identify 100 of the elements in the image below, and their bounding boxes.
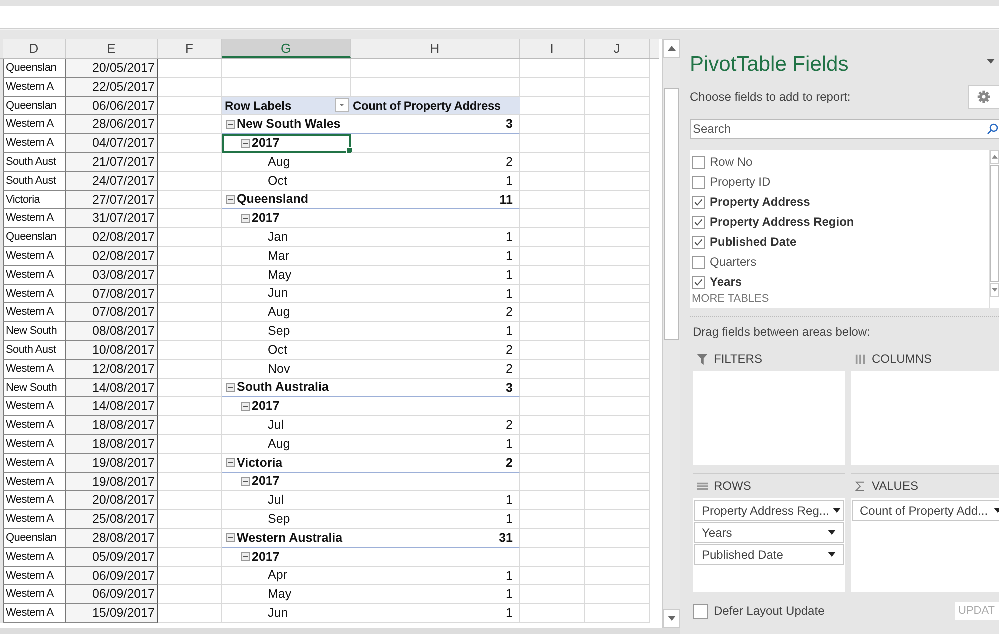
collapse-icon[interactable] [226,382,235,392]
pivot-cell[interactable]: Jun [222,284,351,304]
table-cell [585,397,650,416]
collapse-icon[interactable] [241,476,250,486]
pivot-cell[interactable]: 2017 [222,472,351,492]
pivot-cell[interactable]: Aug [222,152,351,172]
pivot-cell[interactable]: Sep [222,510,351,529]
checkbox[interactable] [692,276,705,288]
column-header[interactable]: D [3,39,66,58]
pivot-cell[interactable]: Aug [222,303,351,322]
column-header[interactable]: J [585,39,650,58]
checkbox[interactable] [692,236,705,248]
caret-icon[interactable] [833,508,842,513]
pivot-cell[interactable]: 2017 [222,548,351,567]
table-cell [585,566,650,586]
pivot-cell[interactable]: South Australia [222,378,351,398]
search-icon[interactable] [987,123,999,135]
collapse-icon[interactable] [226,458,235,468]
pivot-cell[interactable]: May [222,266,351,285]
drop-area[interactable]: Count of Property Add... [851,498,999,592]
pivot-row-label: Apr [268,567,288,584]
table-cell: 02/08/2017 [66,228,158,247]
field-label[interactable]: Quarters [710,255,757,269]
drop-area[interactable]: Property Address Reg... Years Published Date [693,498,845,592]
pivot-cell[interactable]: Jul [222,416,351,435]
pivot-cell[interactable]: Apr [222,566,351,586]
caret-icon[interactable] [828,530,836,535]
pivot-cell[interactable]: Oct [222,340,351,360]
pivot-cell[interactable]: Jan [222,228,351,247]
search-field[interactable]: Search [690,119,999,139]
scroll-up-icon[interactable] [992,155,998,159]
pivot-count: 3 [506,117,513,132]
field-label[interactable]: Property Address Region [710,215,854,229]
checkbox[interactable] [692,196,705,208]
caret-icon[interactable] [987,59,995,64]
pivot-cell[interactable]: Sep [222,322,351,341]
field-chip[interactable]: Count of Property Add... [852,500,999,521]
field-label[interactable]: Property ID [710,175,771,189]
collapse-icon[interactable] [241,402,250,411]
table-cell [158,209,222,228]
pivot-cell[interactable]: 2017 [222,209,351,228]
table-cell: 19/08/2017 [66,472,158,492]
pivot-cell[interactable]: Nov [222,360,351,379]
field-label[interactable]: Property Address [710,195,810,209]
filter-dropdown-icon[interactable] [335,98,349,112]
collapse-icon[interactable] [241,214,250,223]
pivot-count: 11 [500,192,513,207]
column-header[interactable]: E [66,39,158,58]
field-label[interactable]: Published Date [710,235,797,249]
table-cell [585,96,650,116]
column-header[interactable]: G [222,39,351,58]
table-cell [158,284,222,304]
table-cell [585,209,650,228]
field-label[interactable]: Years [710,275,742,289]
area-label: COLUMNS [872,352,932,366]
table-cell: 03/08/2017 [66,266,158,285]
collapse-icon[interactable] [241,552,250,562]
column-header[interactable]: I [520,39,585,58]
field-chip[interactable]: Property Address Reg... [694,500,844,521]
pivot-cell[interactable]: 2017 [222,397,351,416]
pivot-cell[interactable]: 2017 [222,134,351,153]
pivot-row-label: Sep [268,323,290,340]
list-scrollbar[interactable] [989,150,999,308]
horizontal-scrollbar[interactable] [0,628,680,634]
checkbox[interactable] [693,604,708,618]
table-cell: 28/06/2017 [66,115,158,134]
table-cell [158,303,222,322]
checkbox[interactable] [692,156,705,168]
pivot-cell[interactable]: New South Wales [222,115,351,134]
field-label[interactable]: Row No [710,155,753,169]
column-header[interactable]: H [351,39,520,58]
pivot-cell[interactable]: May [222,585,351,604]
collapse-icon[interactable] [226,120,235,129]
pivot-cell[interactable]: Jun [222,604,351,623]
caret-icon[interactable] [828,552,836,557]
checkbox[interactable] [692,176,705,188]
pivot-cell[interactable]: Queensland [222,190,351,210]
pivot-cell[interactable]: Jul [222,491,351,510]
table-cell [585,491,650,510]
scroll-down-icon[interactable] [668,616,676,621]
pivot-cell[interactable]: Mar [222,246,351,266]
field-chip[interactable]: Years [694,522,844,543]
table-cell: 05/09/2017 [66,548,158,567]
pivot-row-label: Jun [268,285,288,302]
collapse-icon[interactable] [241,138,250,148]
pivot-cell[interactable]: Western Australia [222,528,351,548]
collapse-icon[interactable] [226,533,235,542]
settings-button[interactable] [968,85,999,109]
pivot-cell[interactable]: Oct [222,172,351,191]
scroll-up-icon[interactable] [668,46,676,51]
scroll-down-icon[interactable] [992,288,998,292]
collapse-icon[interactable] [226,194,235,204]
checkbox[interactable] [692,216,705,228]
checkbox[interactable] [692,256,705,268]
pivot-row-label: May [268,266,292,284]
vertical-scrollbar[interactable] [662,39,680,628]
pivot-cell[interactable]: Victoria [222,454,351,473]
checkbox-label[interactable]: Defer Layout Update [714,604,825,618]
pivot-cell[interactable]: Aug [222,434,351,454]
field-chip[interactable]: Published Date [694,544,844,565]
